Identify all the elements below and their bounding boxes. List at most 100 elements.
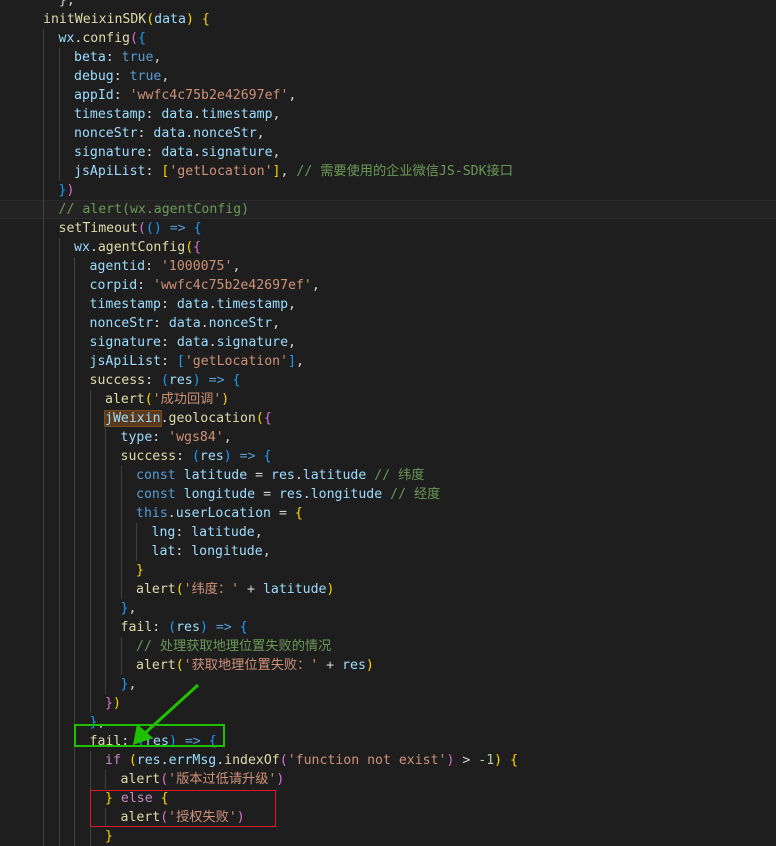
code-token: . bbox=[193, 145, 202, 160]
code-token: latitude bbox=[191, 525, 255, 540]
indent-guide bbox=[74, 561, 75, 580]
code-line[interactable]: if (res.errMsg.indexOf('function not exi… bbox=[0, 751, 776, 770]
code-token: { bbox=[193, 221, 202, 236]
indent-guide bbox=[58, 124, 60, 143]
indent-guide bbox=[58, 105, 60, 124]
code-token: => bbox=[215, 620, 232, 635]
code-token: ( bbox=[160, 373, 169, 388]
code-token: , bbox=[128, 601, 137, 616]
code-token: 'wwfc4c75b2e42697ef' bbox=[129, 88, 289, 103]
code-line[interactable]: beta: true, bbox=[0, 48, 776, 67]
code-line[interactable]: initWeixinSDK(data) { bbox=[0, 10, 776, 29]
code-token: : bbox=[113, 88, 130, 103]
code-text: } bbox=[136, 561, 144, 580]
indent-guide bbox=[58, 618, 60, 637]
code-token: data bbox=[176, 335, 209, 350]
code-line[interactable]: } bbox=[0, 561, 776, 580]
indent-guide bbox=[74, 409, 75, 428]
code-line[interactable]: }, bbox=[0, 599, 776, 618]
indent-guide bbox=[58, 447, 60, 466]
indent-guide bbox=[58, 48, 60, 67]
code-token: : bbox=[145, 107, 162, 122]
code-line[interactable]: const latitude = res.latitude // 纬度 bbox=[0, 466, 776, 485]
code-token: ) bbox=[221, 392, 230, 407]
code-token: { bbox=[510, 753, 519, 768]
code-line[interactable]: jWeixin.geolocation({ bbox=[0, 409, 776, 428]
code-line[interactable]: lng: latitude, bbox=[0, 523, 776, 542]
code-line[interactable]: nonceStr: data.nonceStr, bbox=[0, 124, 776, 143]
indent-guide bbox=[74, 447, 75, 466]
indent-guide bbox=[43, 390, 44, 409]
code-line[interactable]: type: 'wgs84', bbox=[0, 428, 776, 447]
code-line[interactable]: const longitude = res.longitude // 经度 bbox=[0, 485, 776, 504]
indent-guide bbox=[58, 789, 60, 808]
indent-guide bbox=[43, 542, 44, 561]
indent-guide bbox=[43, 637, 44, 656]
code-line[interactable]: } bbox=[0, 827, 776, 846]
code-token: : bbox=[153, 316, 169, 331]
indent-guide bbox=[120, 656, 122, 675]
code-line[interactable]: success: (res) => { bbox=[0, 371, 776, 390]
code-token: '版本过低请升级' bbox=[168, 772, 277, 787]
indent-guide bbox=[105, 770, 106, 789]
code-line[interactable]: }) bbox=[0, 181, 776, 200]
code-line[interactable]: success: (res) => { bbox=[0, 447, 776, 466]
indent-guide bbox=[43, 352, 44, 371]
code-token: ( bbox=[144, 392, 153, 407]
code-token: res bbox=[271, 468, 295, 483]
code-text: // alert(wx.agentConfig) bbox=[59, 200, 250, 219]
code-line[interactable]: fail: (res) => { bbox=[0, 618, 776, 637]
code-line[interactable]: timestamp: data.timestamp, bbox=[0, 295, 776, 314]
indent-guide bbox=[58, 371, 60, 390]
code-line[interactable]: nonceStr: data.nonceStr, bbox=[0, 314, 776, 333]
indent-guide bbox=[43, 618, 44, 637]
code-token: ) bbox=[199, 620, 208, 635]
code-line[interactable]: }, bbox=[0, 675, 776, 694]
code-text: alert('获取地理位置失败：' + res) bbox=[136, 656, 374, 675]
indent-guide bbox=[136, 542, 137, 561]
code-line[interactable]: appId: 'wwfc4c75b2e42697ef', bbox=[0, 86, 776, 105]
indent-guide bbox=[89, 694, 91, 713]
code-line[interactable]: signature: data.signature, bbox=[0, 333, 776, 352]
code-token: nonceStr bbox=[193, 126, 257, 141]
indent-guide bbox=[43, 238, 44, 257]
code-token: timestamp bbox=[74, 107, 146, 122]
code-token: // alert(wx.agentConfig) bbox=[58, 202, 250, 217]
code-line[interactable]: timestamp: data.timestamp, bbox=[0, 105, 776, 124]
code-line[interactable]: alert('成功回调') bbox=[0, 390, 776, 409]
indent-guide bbox=[43, 333, 44, 352]
code-line[interactable]: this.userLocation = { bbox=[0, 504, 776, 523]
code-token: : bbox=[145, 164, 162, 179]
code-line[interactable]: agentid: '1000075', bbox=[0, 257, 776, 276]
code-line[interactable]: // 处理获取地理位置失败的情况 bbox=[0, 637, 776, 656]
code-line[interactable]: alert('纬度：' + latitude) bbox=[0, 580, 776, 599]
indent-guide bbox=[74, 827, 75, 846]
code-line[interactable]: }) bbox=[0, 694, 776, 713]
code-line[interactable]: signature: data.signature, bbox=[0, 143, 776, 162]
code-token: '获取地理位置失败：' bbox=[183, 658, 327, 673]
code-line[interactable]: alert('版本过低请升级') bbox=[0, 770, 776, 789]
code-text: jsApiList: ['getLocation'], // 需要使用的企业微信… bbox=[74, 162, 513, 181]
code-line[interactable]: setTimeout(() => { bbox=[0, 219, 776, 238]
code-line[interactable]: // alert(wx.agentConfig) bbox=[0, 200, 776, 219]
code-token: ( bbox=[145, 221, 154, 236]
code-token: ) bbox=[326, 582, 335, 597]
code-line[interactable]: debug: true, bbox=[0, 67, 776, 86]
code-text: }, bbox=[121, 599, 137, 618]
code-editor[interactable]: }, initWeixinSDK(data) {wx.config({beta: … bbox=[0, 0, 776, 846]
code-line[interactable]: corpid: 'wwfc4c75b2e42697ef', bbox=[0, 276, 776, 295]
code-token: ( bbox=[160, 772, 169, 787]
code-token: initWeixinSDK bbox=[43, 12, 147, 27]
code-line[interactable]: alert('获取地理位置失败：' + res) bbox=[0, 656, 776, 675]
code-token: , bbox=[153, 50, 162, 65]
indent-guide bbox=[89, 618, 91, 637]
code-line[interactable]: wx.config({ bbox=[0, 29, 776, 48]
code-line[interactable]: wx.agentConfig({ bbox=[0, 238, 776, 257]
code-line[interactable]: jsApiList: ['getLocation'], // 需要使用的企业微信… bbox=[0, 162, 776, 181]
code-line[interactable]: jsApiList: ['getLocation'], bbox=[0, 352, 776, 371]
indent-guide bbox=[43, 48, 44, 67]
code-line[interactable]: }, bbox=[0, 0, 776, 10]
code-line[interactable]: lat: longitude, bbox=[0, 542, 776, 561]
